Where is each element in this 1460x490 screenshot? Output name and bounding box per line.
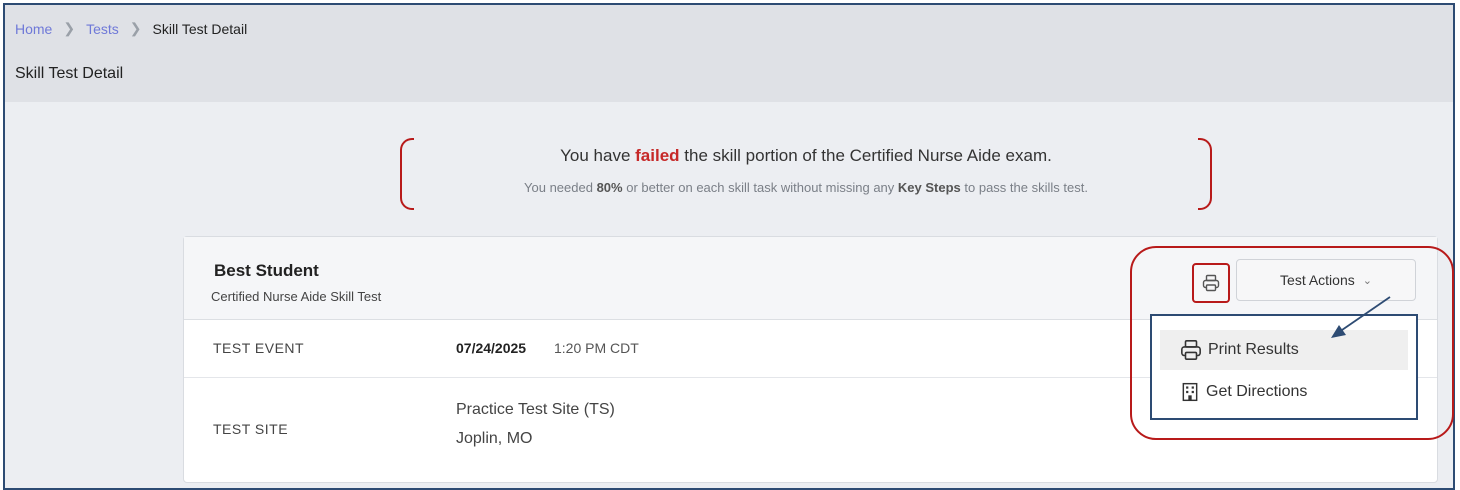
test-actions-button[interactable]: Test Actions ⌄ (1236, 259, 1416, 301)
breadcrumb: Home ❯ Tests ❯ Skill Test Detail (15, 20, 247, 37)
printer-icon (1202, 274, 1220, 292)
menu-item-label: Print Results (1208, 341, 1299, 358)
test-actions-menu: Print Results Get Directions (1150, 314, 1418, 420)
test-site-city: Joplin, MO (456, 430, 533, 447)
breadcrumb-current: Skill Test Detail (152, 20, 248, 37)
notice-text: to pass the skills test. (960, 180, 1088, 195)
failed-status: failed (635, 146, 680, 165)
notice-text: the skill portion of the Certified Nurse… (679, 146, 1052, 165)
test-event-time: 1:20 PM CDT (554, 340, 639, 356)
pass-percentage: 80% (596, 180, 623, 195)
notice-requirement: You needed 80% or better on each skill t… (400, 180, 1212, 195)
menu-item-label: Get Directions (1206, 383, 1308, 400)
building-icon (1182, 382, 1198, 402)
test-event-label: TEST EVENT (213, 340, 305, 356)
breadcrumb-tests-link[interactable]: Tests (86, 21, 119, 37)
chevron-down-icon: ⌄ (1362, 274, 1372, 287)
result-notice: You have failed the skill portion of the… (400, 138, 1212, 210)
breadcrumb-separator-icon: ❯ (63, 20, 76, 36)
notice-headline: You have failed the skill portion of the… (400, 146, 1212, 166)
page-header: Home ❯ Tests ❯ Skill Test Detail Skill T… (5, 5, 1453, 102)
test-name: Certified Nurse Aide Skill Test (211, 289, 382, 304)
test-actions-label: Test Actions (1280, 272, 1355, 288)
test-site-name: Practice Test Site (TS) (456, 401, 615, 418)
key-steps-text: Key Steps (897, 180, 961, 195)
menu-item-get-directions[interactable]: Get Directions (1160, 372, 1408, 412)
test-event-date: 07/24/2025 (456, 340, 527, 356)
print-button[interactable] (1192, 263, 1230, 303)
breadcrumb-home-link[interactable]: Home (15, 21, 52, 37)
breadcrumb-separator-icon: ❯ (129, 20, 142, 36)
printer-icon (1181, 340, 1201, 360)
notice-text: You have (560, 146, 636, 165)
notice-text: You needed (524, 180, 597, 195)
student-name: Best Student (214, 261, 319, 280)
menu-item-print-results[interactable]: Print Results (1160, 330, 1408, 370)
page-title: Skill Test Detail (15, 65, 124, 82)
test-site-label: TEST SITE (213, 421, 289, 437)
notice-text: or better on each skill task without mis… (622, 180, 898, 195)
